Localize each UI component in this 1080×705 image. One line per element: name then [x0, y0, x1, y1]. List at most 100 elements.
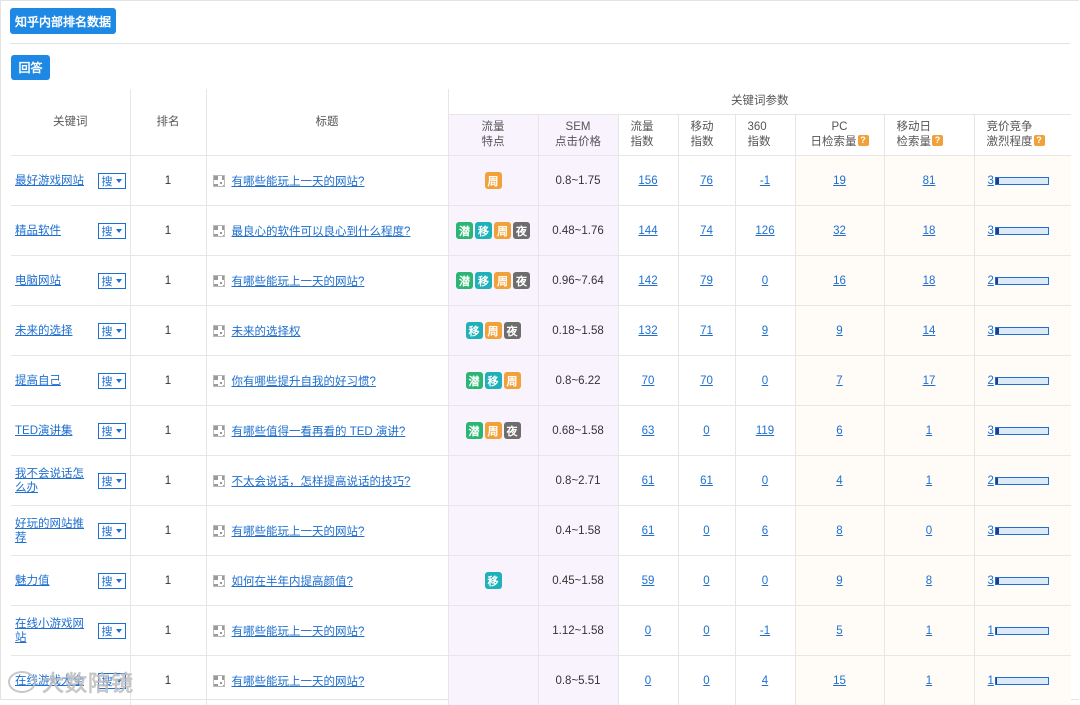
keyword-link[interactable]: 魅力值 — [15, 574, 50, 588]
pc-daily-link[interactable]: 9 — [836, 575, 842, 587]
pc-daily-link[interactable]: 9 — [836, 325, 842, 337]
traffic-index-link[interactable]: 59 — [642, 575, 655, 587]
qr-code-icon[interactable] — [213, 575, 225, 587]
traffic-index-link[interactable]: 132 — [638, 325, 657, 337]
mobile-daily-link[interactable]: 14 — [923, 325, 936, 337]
traffic-index-link[interactable]: 156 — [638, 175, 657, 187]
search-dropdown[interactable]: 搜 — [98, 223, 126, 239]
mobile-index-link[interactable]: 0 — [703, 625, 709, 637]
mobile-daily-link[interactable]: 8 — [926, 575, 932, 587]
pc-daily-link[interactable]: 6 — [836, 425, 842, 437]
qr-code-icon[interactable] — [213, 525, 225, 537]
qr-code-icon[interactable] — [213, 275, 225, 287]
qr-code-icon[interactable] — [213, 475, 225, 487]
search-dropdown[interactable]: 搜 — [98, 423, 126, 439]
qr-code-icon[interactable] — [213, 175, 225, 187]
s360-index-link[interactable]: 4 — [762, 675, 768, 687]
mobile-daily-link[interactable]: 18 — [923, 275, 936, 287]
mobile-daily-link[interactable]: 1 — [926, 425, 932, 437]
title-link[interactable]: 你有哪些提升自我的好习惯? — [232, 376, 376, 388]
title-link[interactable]: 有哪些能玩上一天的网站? — [232, 526, 365, 538]
competition-level-link[interactable]: 3 — [988, 175, 994, 187]
competition-level-link[interactable]: 1 — [988, 675, 994, 687]
competition-level-link[interactable]: 2 — [988, 375, 994, 387]
mobile-index-link[interactable]: 0 — [703, 675, 709, 687]
s360-index-link[interactable]: 126 — [755, 225, 774, 237]
s360-index-link[interactable]: 0 — [762, 575, 768, 587]
competition-level-link[interactable]: 3 — [988, 575, 994, 587]
ranking-data-button[interactable]: 知乎内部排名数据 — [10, 8, 116, 34]
pc-daily-link[interactable]: 32 — [833, 225, 846, 237]
pc-daily-link[interactable]: 16 — [833, 275, 846, 287]
traffic-index-link[interactable]: 70 — [642, 375, 655, 387]
traffic-index-link[interactable]: 0 — [645, 625, 651, 637]
competition-level-link[interactable]: 3 — [988, 325, 994, 337]
qr-code-icon[interactable] — [213, 675, 225, 687]
search-dropdown[interactable]: 搜 — [98, 573, 126, 589]
qr-code-icon[interactable] — [213, 375, 225, 387]
mobile-daily-link[interactable]: 81 — [923, 175, 936, 187]
mobile-daily-link[interactable]: 1 — [926, 675, 932, 687]
competition-level-link[interactable]: 1 — [988, 625, 994, 637]
traffic-index-link[interactable]: 61 — [642, 525, 655, 537]
help-icon[interactable]: ? — [932, 135, 943, 146]
pc-daily-link[interactable]: 4 — [836, 475, 842, 487]
title-link[interactable]: 最良心的软件可以良心到什么程度? — [232, 226, 411, 238]
s360-index-link[interactable]: 119 — [756, 425, 774, 437]
mobile-index-link[interactable]: 61 — [700, 475, 713, 487]
keyword-link[interactable]: TED演讲集 — [15, 424, 73, 438]
mobile-index-link[interactable]: 79 — [700, 275, 713, 287]
title-link[interactable]: 有哪些值得一看再看的 TED 演讲? — [232, 426, 406, 438]
search-dropdown[interactable]: 搜 — [98, 323, 126, 339]
s360-index-link[interactable]: 9 — [762, 325, 768, 337]
traffic-index-link[interactable]: 61 — [642, 475, 655, 487]
title-link[interactable]: 有哪些能玩上一天的网站? — [232, 276, 365, 288]
keyword-link[interactable]: 未来的选择 — [15, 324, 73, 338]
answer-button[interactable]: 回答 — [11, 55, 50, 80]
help-icon[interactable]: ? — [858, 135, 869, 146]
mobile-index-link[interactable]: 70 — [700, 375, 713, 387]
s360-index-link[interactable]: 0 — [762, 275, 768, 287]
keyword-link[interactable]: 在线小游戏网站 — [15, 617, 95, 645]
mobile-index-link[interactable]: 0 — [703, 525, 709, 537]
search-dropdown[interactable]: 搜 — [98, 523, 126, 539]
title-link[interactable]: 不太会说话，怎样提高说话的技巧? — [232, 476, 411, 488]
keyword-link[interactable]: 我不会说话怎么办 — [15, 467, 95, 495]
pc-daily-link[interactable]: 5 — [836, 625, 842, 637]
mobile-daily-link[interactable]: 1 — [926, 625, 932, 637]
qr-code-icon[interactable] — [213, 625, 225, 637]
traffic-index-link[interactable]: 63 — [642, 425, 655, 437]
title-link[interactable]: 有哪些能玩上一天的网站? — [232, 676, 365, 688]
title-link[interactable]: 有哪些能玩上一天的网站? — [232, 176, 365, 188]
s360-index-link[interactable]: -1 — [760, 625, 770, 637]
qr-code-icon[interactable] — [213, 325, 225, 337]
keyword-link[interactable]: 最好游戏网站 — [15, 174, 84, 188]
pc-daily-link[interactable]: 7 — [836, 375, 842, 387]
traffic-index-link[interactable]: 0 — [645, 675, 651, 687]
mobile-daily-link[interactable]: 17 — [923, 375, 936, 387]
competition-level-link[interactable]: 3 — [988, 425, 994, 437]
s360-index-link[interactable]: 0 — [762, 375, 768, 387]
search-dropdown[interactable]: 搜 — [98, 623, 126, 639]
search-dropdown[interactable]: 搜 — [98, 273, 126, 289]
search-dropdown[interactable]: 搜 — [98, 473, 126, 489]
mobile-index-link[interactable]: 0 — [703, 575, 709, 587]
s360-index-link[interactable]: -1 — [760, 175, 770, 187]
mobile-index-link[interactable]: 76 — [700, 175, 713, 187]
search-dropdown[interactable]: 搜 — [98, 373, 126, 389]
keyword-link[interactable]: 电脑网站 — [15, 274, 61, 288]
mobile-daily-link[interactable]: 0 — [926, 525, 932, 537]
qr-code-icon[interactable] — [213, 425, 225, 437]
competition-level-link[interactable]: 3 — [988, 525, 994, 537]
qr-code-icon[interactable] — [213, 225, 225, 237]
keyword-link[interactable]: 提高自己 — [15, 374, 61, 388]
pc-daily-link[interactable]: 19 — [833, 175, 846, 187]
competition-level-link[interactable]: 2 — [988, 275, 994, 287]
s360-index-link[interactable]: 0 — [762, 475, 768, 487]
pc-daily-link[interactable]: 8 — [836, 525, 842, 537]
traffic-index-link[interactable]: 142 — [638, 275, 657, 287]
keyword-link[interactable]: 精品软件 — [15, 224, 61, 238]
mobile-daily-link[interactable]: 1 — [926, 475, 932, 487]
s360-index-link[interactable]: 6 — [762, 525, 768, 537]
traffic-index-link[interactable]: 144 — [638, 225, 657, 237]
